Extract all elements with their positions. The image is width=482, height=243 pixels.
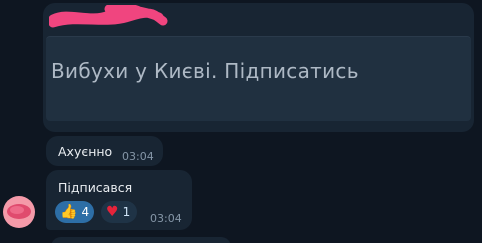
redacted-sender-scribble	[49, 5, 168, 28]
message-bubble[interactable]: Підписався 👍 4 ♥ 1 03:04	[46, 170, 192, 230]
preview-text: Вибухи у Києві. Підписатись	[51, 59, 359, 83]
avatar[interactable]	[3, 196, 35, 228]
avatar-redaction-scribble	[7, 204, 31, 219]
message-text: Підписався	[58, 180, 133, 195]
next-message-bubble-edge	[51, 237, 231, 243]
heart-icon: ♥	[106, 204, 119, 220]
message-time: 03:04	[122, 150, 154, 163]
message-bubble[interactable]: Ахуєнно 03:04	[46, 136, 163, 166]
reaction-count: 4	[81, 205, 90, 219]
chat-area: Вибухи у Києві. Підписатись Ахуєнно 03:0…	[0, 0, 482, 243]
thumbs-up-icon: 👍	[60, 204, 78, 220]
link-preview[interactable]: Вибухи у Києві. Підписатись	[46, 36, 471, 121]
reaction-thumbs-up[interactable]: 👍 4	[55, 201, 94, 223]
reaction-count: 1	[122, 205, 131, 219]
message-text: Ахуєнно	[58, 144, 113, 159]
message-time: 03:04	[150, 212, 182, 225]
forwarded-post-bubble[interactable]: Вибухи у Києві. Підписатись	[43, 3, 474, 132]
reaction-heart[interactable]: ♥ 1	[101, 201, 137, 223]
